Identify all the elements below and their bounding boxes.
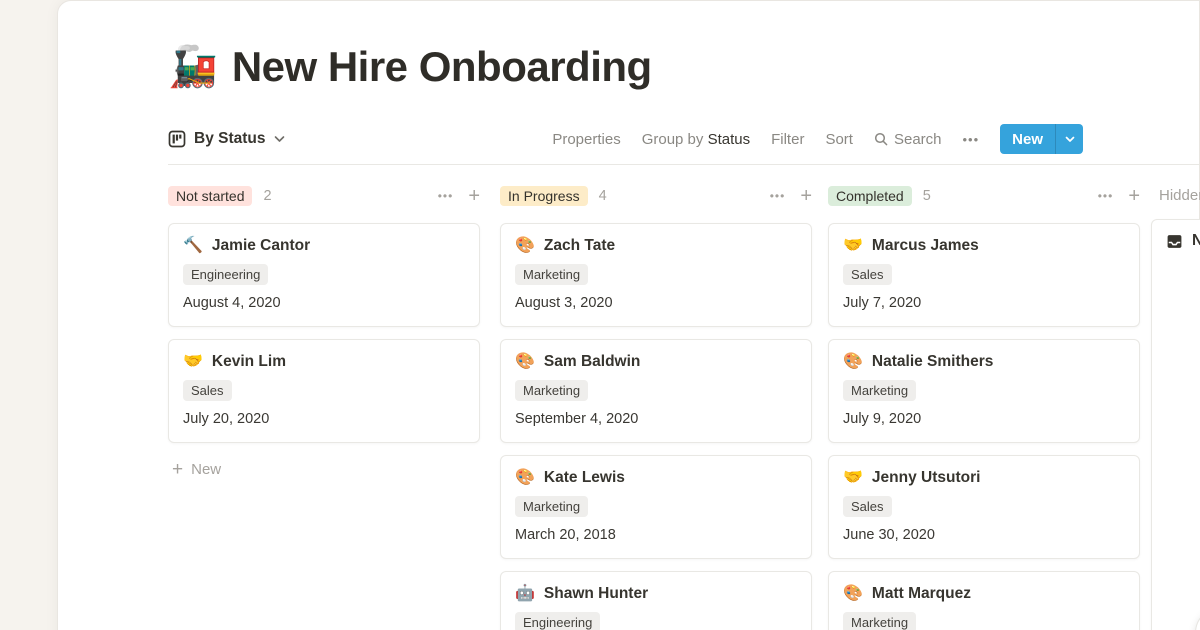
new-button-dropdown[interactable] <box>1055 124 1083 154</box>
page-emoji-train: 🚂 <box>168 47 218 87</box>
column-header: In Progress 4 ••• + <box>500 184 812 208</box>
kanban-card[interactable]: 🎨 Zach Tate Marketing August 3, 2020 <box>500 223 812 327</box>
card-name: Shawn Hunter <box>544 585 648 603</box>
handshake-emoji-icon: 🤝 <box>843 470 863 486</box>
column-more-icon[interactable]: ••• <box>770 189 786 203</box>
add-card-label: New <box>191 461 221 478</box>
column-header: Not started 2 ••• + <box>168 184 480 208</box>
card-name: Sam Baldwin <box>544 353 640 371</box>
column-header: Completed 5 ••• + <box>828 184 1140 208</box>
toolbar-divider <box>168 164 1199 165</box>
hidden-columns-label: Hidden columns <box>1159 187 1200 204</box>
page-header: 🚂 New Hire Onboarding <box>168 43 652 91</box>
toolbar-actions: Properties Group by Status Filter Sort S… <box>552 124 1083 154</box>
palette-emoji-icon: 🎨 <box>843 354 863 370</box>
department-tag: Marketing <box>843 380 916 401</box>
kanban-card[interactable]: 🤝 Jenny Utsutori Sales June 30, 2020 <box>828 455 1140 559</box>
card-name: Marcus James <box>872 237 979 255</box>
card-name: Jenny Utsutori <box>872 469 981 487</box>
chevron-down-icon <box>274 135 285 143</box>
palette-emoji-icon: 🎨 <box>515 470 535 486</box>
card-name: Zach Tate <box>544 237 615 255</box>
group-by-value: Status <box>708 131 751 148</box>
department-tag: Marketing <box>515 380 588 401</box>
board-column-not-started: Not started 2 ••• + 🔨 Jamie Cantor Engine… <box>168 184 480 484</box>
palette-emoji-icon: 🎨 <box>515 354 535 370</box>
card-name: Jamie Cantor <box>212 237 310 255</box>
start-date: September 4, 2020 <box>515 411 797 427</box>
kanban-card[interactable]: 🔨 Jamie Cantor Engineering August 4, 2020 <box>168 223 480 327</box>
hammer-emoji-icon: 🔨 <box>183 238 203 254</box>
start-date: July 9, 2020 <box>843 411 1125 427</box>
department-tag: Engineering <box>515 612 600 630</box>
notion-page: 🚂 New Hire Onboarding By Status Properti… <box>57 0 1200 630</box>
department-tag: Marketing <box>515 496 588 517</box>
board-column-in-progress: In Progress 4 ••• + 🎨 Zach Tate Marketing… <box>500 184 812 630</box>
view-toolbar: By Status Properties Group by Status Fil… <box>168 122 1083 156</box>
filter-button[interactable]: Filter <box>771 131 804 148</box>
properties-button[interactable]: Properties <box>552 131 620 148</box>
column-add-icon[interactable]: + <box>800 186 812 206</box>
department-tag: Marketing <box>515 264 588 285</box>
column-count: 5 <box>923 188 931 204</box>
start-date: July 20, 2020 <box>183 411 465 427</box>
new-button[interactable]: New <box>1000 124 1055 154</box>
card-name: Natalie Smithers <box>872 353 993 371</box>
status-badge[interactable]: Completed <box>828 186 912 206</box>
column-more-icon[interactable]: ••• <box>438 189 454 203</box>
search-button[interactable]: Search <box>874 131 942 148</box>
inbox-icon <box>1166 233 1183 250</box>
card-name: Kevin Lim <box>212 353 286 371</box>
handshake-emoji-icon: 🤝 <box>183 354 203 370</box>
page-title: New Hire Onboarding <box>232 43 652 91</box>
more-options-button[interactable]: ••• <box>963 132 980 147</box>
card-name: Matt Marquez <box>872 585 971 603</box>
handshake-emoji-icon: 🤝 <box>843 238 863 254</box>
view-switcher-by-status[interactable]: By Status <box>168 130 285 148</box>
kanban-card[interactable]: 🎨 Kate Lewis Marketing March 20, 2018 <box>500 455 812 559</box>
plus-icon: + <box>172 460 183 479</box>
board-column-completed: Completed 5 ••• + 🤝 Marcus James Sales Ju… <box>828 184 1140 630</box>
board-view-icon <box>168 130 186 148</box>
department-tag: Engineering <box>183 264 268 285</box>
status-badge[interactable]: In Progress <box>500 186 588 206</box>
robot-emoji-icon: 🤖 <box>515 586 535 602</box>
chevron-down-icon <box>1065 136 1075 143</box>
hidden-columns-panel: No Status <box>1151 219 1200 630</box>
status-badge[interactable]: Not started <box>168 186 252 206</box>
kanban-card[interactable]: 🤝 Kevin Lim Sales July 20, 2020 <box>168 339 480 443</box>
start-date: July 7, 2020 <box>843 295 1125 311</box>
search-icon <box>874 132 888 146</box>
hidden-group-label: No Status <box>1192 232 1200 250</box>
view-label: By Status <box>194 130 266 148</box>
new-button-group: New <box>1000 124 1083 154</box>
kanban-card[interactable]: 🎨 Matt Marquez Marketing <box>828 571 1140 630</box>
department-tag: Sales <box>843 264 892 285</box>
kanban-card[interactable]: 🤝 Marcus James Sales July 7, 2020 <box>828 223 1140 327</box>
department-tag: Marketing <box>843 612 916 630</box>
column-add-icon[interactable]: + <box>1128 186 1140 206</box>
kanban-card[interactable]: 🎨 Sam Baldwin Marketing September 4, 2020 <box>500 339 812 443</box>
column-add-icon[interactable]: + <box>468 186 480 206</box>
palette-emoji-icon: 🎨 <box>515 238 535 254</box>
column-count: 2 <box>263 188 271 204</box>
kanban-card[interactable]: 🤖 Shawn Hunter Engineering <box>500 571 812 630</box>
column-count: 4 <box>599 188 607 204</box>
group-by-prefix: Group by <box>642 131 704 148</box>
department-tag: Sales <box>183 380 232 401</box>
group-by-button[interactable]: Group by Status <box>642 131 750 148</box>
add-card-button[interactable]: + New <box>168 455 480 484</box>
start-date: March 20, 2018 <box>515 527 797 543</box>
sort-button[interactable]: Sort <box>825 131 853 148</box>
search-label: Search <box>894 131 942 148</box>
department-tag: Sales <box>843 496 892 517</box>
start-date: August 3, 2020 <box>515 295 797 311</box>
start-date: August 4, 2020 <box>183 295 465 311</box>
palette-emoji-icon: 🎨 <box>843 586 863 602</box>
card-name: Kate Lewis <box>544 469 625 487</box>
kanban-card[interactable]: 🎨 Natalie Smithers Marketing July 9, 2020 <box>828 339 1140 443</box>
start-date: June 30, 2020 <box>843 527 1125 543</box>
hidden-group-no-status[interactable]: No Status <box>1152 220 1200 262</box>
column-more-icon[interactable]: ••• <box>1098 189 1114 203</box>
